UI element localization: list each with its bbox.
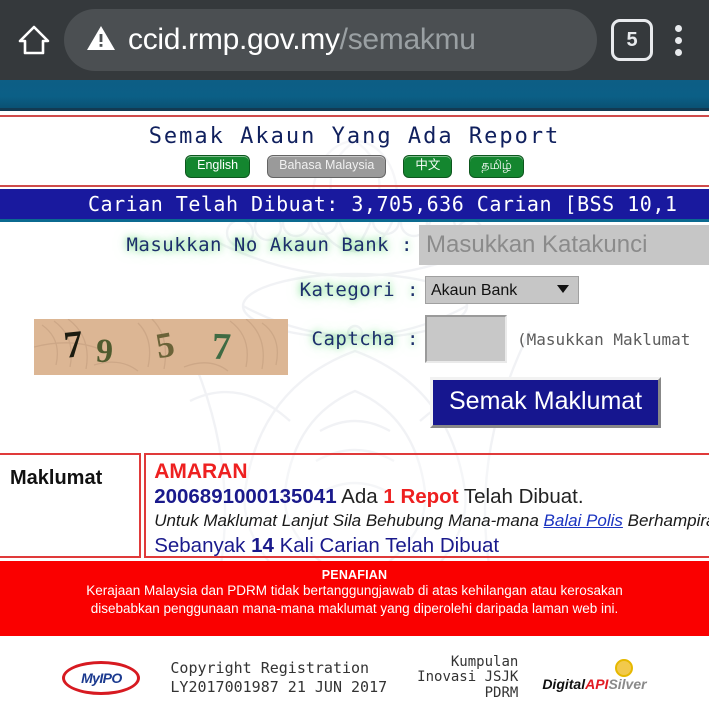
digital-api-silver-badge: DigitalAPISilver — [542, 659, 647, 692]
captcha-row: 7 9 5 7 Captcha : (Masukkan Maklumat — [0, 315, 709, 375]
lang-button-english[interactable]: English — [185, 155, 251, 178]
category-select[interactable]: Akaun Bank — [425, 276, 579, 304]
disclaimer-banner: PENAFIAN Kerajaan Malaysia dan PDRM tida… — [0, 561, 709, 636]
result-content-cell: AMARAN 2006891000135041 Ada 1 Repot Tela… — [144, 453, 709, 558]
search-form: Masukkan No Akaun Bank : Kategori : Akau… — [0, 225, 709, 450]
copyright-line-2: LY2017001987 21 JUN 2017 — [170, 678, 388, 696]
result-account-number: 2006891000135041 — [154, 485, 337, 509]
result-search-count: 14 — [251, 533, 274, 557]
account-number-input[interactable] — [419, 225, 709, 265]
disclaimer-line-1: Kerajaan Malaysia dan PDRM tidak bertang… — [86, 583, 623, 598]
result-line3-post: Kali Carian Telah Dibuat — [273, 533, 500, 557]
site-header-partial: PDRM Division Commercial Crime Division — [0, 80, 709, 110]
warning-triangle-icon — [86, 24, 116, 57]
site-header-cut-left: PDRM Division — [8, 80, 143, 86]
result-table: Maklumat AMARAN 2006891000135041 Ada 1 R… — [0, 453, 709, 558]
captcha-hint-text: (Masukkan Maklumat — [517, 329, 691, 349]
api-badge-api: API — [585, 676, 609, 692]
copyright-line-1: Copyright Registration — [170, 659, 370, 678]
result-line2-pre: Untuk Maklumat Lanjut Sila Behubung Mana… — [154, 510, 544, 530]
captcha-input[interactable] — [425, 315, 507, 363]
disclaimer-line-2: disebabkan penggunaan mana-mana maklumat… — [90, 601, 619, 617]
medal-icon — [614, 659, 633, 677]
kumpulan-inovasi-block: Kumpulan Inovasi JSJK PDRM — [417, 653, 519, 701]
result-line3-pre: Sebanyak — [154, 533, 252, 557]
myipo-logo-text: MyIPO — [81, 670, 122, 686]
menu-dot — [674, 48, 682, 56]
result-line1-end: Telah Dibuat. — [458, 485, 584, 509]
result-label-cell: Maklumat — [0, 453, 142, 558]
url-host: ccid.rmp.gov.my — [128, 23, 340, 56]
home-icon[interactable] — [14, 20, 54, 60]
submit-row: Semak Maklumat — [0, 377, 709, 428]
result-line1-mid: Ada — [336, 485, 384, 509]
account-label: Masukkan No Akaun Bank : — [126, 234, 413, 256]
category-label: Kategori : — [299, 279, 419, 301]
category-select-wrapper: Akaun Bank — [425, 276, 579, 304]
result-row-label: Maklumat — [10, 467, 103, 489]
account-row: Masukkan No Akaun Bank : — [0, 225, 709, 265]
api-badge-silver: Silver — [608, 676, 647, 692]
page-title: Semak Akaun Yang Ada Report — [148, 124, 561, 149]
kumpulan-line-1: Kumpulan — [450, 653, 519, 670]
result-report-count: 1 Repot — [383, 485, 459, 509]
warning-title: AMARAN — [154, 460, 248, 483]
balai-polis-link[interactable]: Balai Polis — [544, 511, 623, 530]
kumpulan-line-3: PDRM — [484, 684, 519, 701]
browser-toolbar: ccid.rmp.gov.my/semakmu 5 — [0, 0, 709, 80]
site-header-cut-mid: Commercial Crime Division — [185, 80, 432, 86]
captcha-digit: 9 — [95, 332, 114, 371]
search-counter-banner: Carian Telah Dibuat: 3,705,636 Carian [B… — [0, 189, 709, 222]
disclaimer-title: PENAFIAN — [321, 568, 388, 582]
lang-button-chinese[interactable]: 中文 — [403, 155, 453, 178]
language-switcher: English Bahasa Malaysia 中文 தமிழ் — [0, 155, 709, 178]
submit-button[interactable]: Semak Maklumat — [430, 377, 662, 428]
url-text: ccid.rmp.gov.my/semakmu — [128, 23, 476, 57]
title-block: Semak Akaun Yang Ada Report English Baha… — [0, 115, 709, 187]
result-line-advice: Untuk Maklumat Lanjut Sila Behubung Mana… — [154, 510, 709, 532]
api-badge-digital: Digital — [542, 676, 586, 692]
menu-dot — [674, 36, 682, 44]
category-row: Kategori : Akaun Bank — [0, 276, 709, 304]
page-footer: MyIPO Copyright Registration LY201700198… — [0, 641, 709, 715]
copyright-block: Copyright Registration LY2017001987 21 J… — [170, 659, 387, 697]
tab-counter-button[interactable]: 5 — [611, 19, 653, 61]
result-line-report: 2006891000135041 Ada 1 Repot Telah Dibua… — [154, 484, 709, 510]
kumpulan-line-2: Inovasi JSJK — [417, 669, 519, 686]
page-body: Semak Akaun Yang Ada Report English Baha… — [0, 111, 709, 715]
myipo-logo: MyIPO — [62, 661, 141, 695]
result-line-search-count: Sebanyak 14 Kali Carian Telah Dibuat — [154, 533, 709, 557]
search-counter-text: Carian Telah Dibuat: 3,705,636 Carian [B… — [88, 192, 678, 216]
address-bar[interactable]: ccid.rmp.gov.my/semakmu — [64, 9, 597, 71]
captcha-image: 7 9 5 7 — [34, 319, 288, 375]
menu-dot — [674, 24, 682, 32]
captcha-digit: 7 — [211, 325, 232, 369]
more-vertical-icon[interactable] — [661, 19, 695, 61]
tab-count-label: 5 — [626, 28, 638, 51]
url-path: /semakmu — [339, 23, 476, 56]
lang-button-bahasa-malaysia[interactable]: Bahasa Malaysia — [267, 155, 387, 178]
lang-button-tamil[interactable]: தமிழ் — [469, 155, 524, 178]
result-line2-post: Berhampiran. — [627, 510, 709, 530]
